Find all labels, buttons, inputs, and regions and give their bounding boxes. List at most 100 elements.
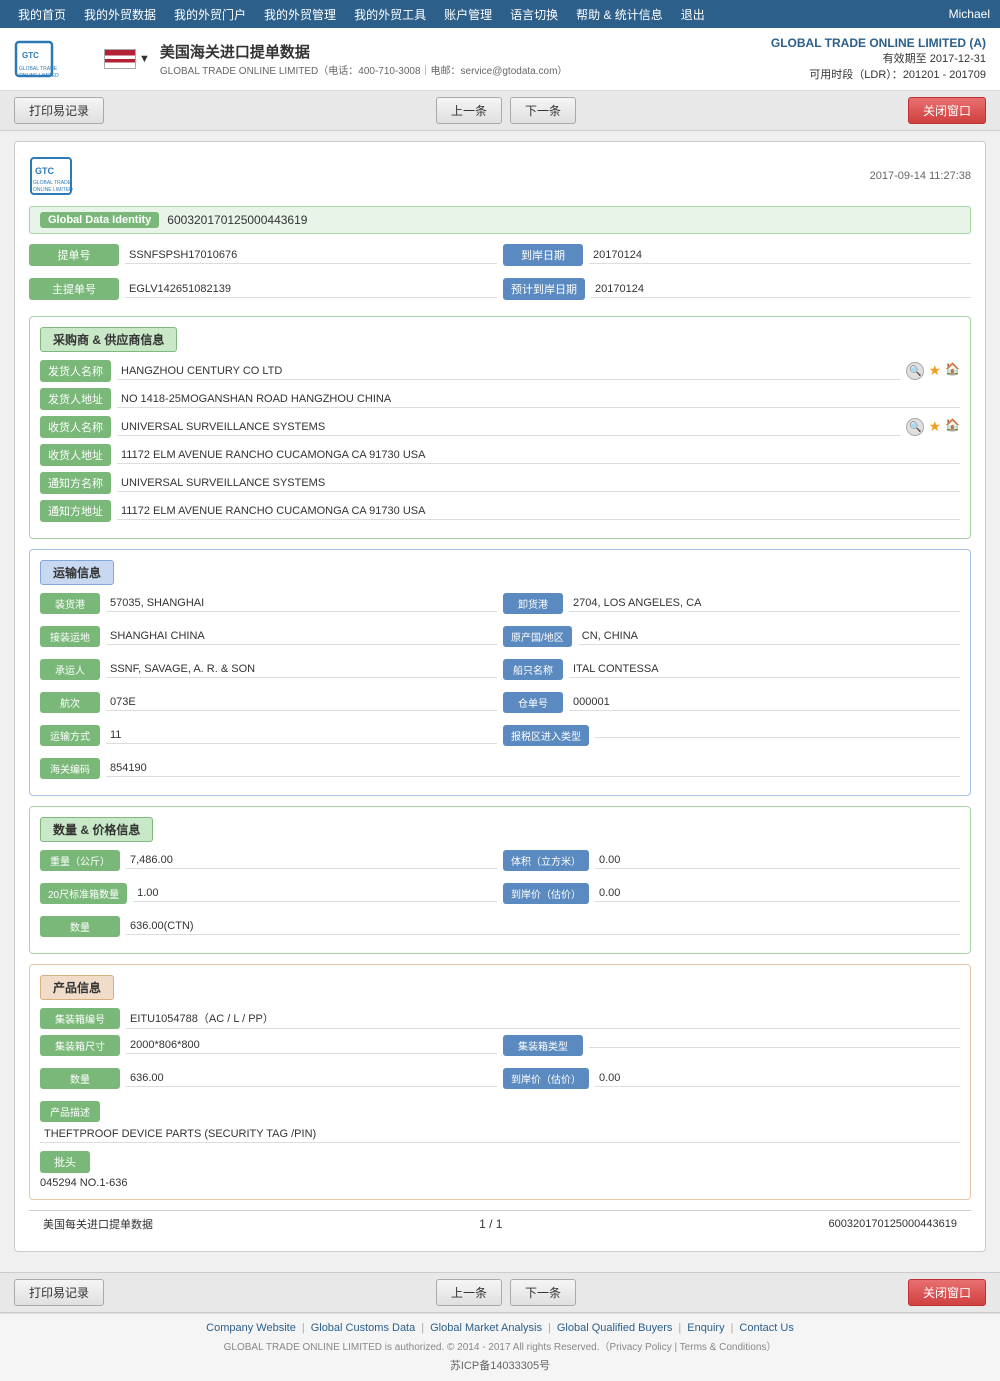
- xie-huo-gang-row: 卸货港 2704, LOS ANGELES, CA: [503, 593, 960, 614]
- ji-zhuang-xiang-bianhao-label: 集装箱编号: [40, 1008, 120, 1029]
- nav-logout[interactable]: 退出: [673, 2, 713, 27]
- footer-page: 1 / 1: [479, 1217, 502, 1231]
- nav-portal[interactable]: 我的外贸门户: [166, 2, 254, 27]
- product-dao-an-jia-gu-row: 到岸价（估价） 0.00: [503, 1068, 960, 1089]
- flag-selector[interactable]: ▼: [104, 49, 150, 69]
- yuan-chan-guo-value: CN, CHINA: [578, 628, 960, 645]
- main-card: GTC GLOBAL TRADE ONLINE LIMITED 2017-09-…: [14, 141, 986, 1252]
- nav-tools[interactable]: 我的外贸工具: [346, 2, 434, 27]
- footer-link-company-website[interactable]: Company Website: [206, 1322, 296, 1334]
- shou-huo-ren-mingcheng-row: 收货人名称 UNIVERSAL SURVEILLANCE SYSTEMS 🔍 ★…: [40, 416, 960, 438]
- page-title: 美国海关进口提单数据: [160, 41, 568, 62]
- home-icon-2[interactable]: 🏠: [945, 418, 960, 436]
- yun-shu-fangshi-value: 11: [106, 727, 497, 744]
- shu-liang-row: 数量 636.00(CTN): [40, 916, 960, 937]
- footer-link-contact-us[interactable]: Contact Us: [739, 1322, 793, 1334]
- dao-an-ri-qi-label: 到岸日期: [503, 244, 583, 266]
- search-icon-2[interactable]: 🔍: [906, 418, 924, 436]
- logo: GTC GLOBAL TRADE ONLINE LIMITED: [14, 34, 94, 84]
- nav-items: 我的首页 我的外贸数据 我的外贸门户 我的外贸管理 我的外贸工具 账户管理 语言…: [10, 2, 713, 27]
- star-icon[interactable]: ★: [928, 362, 941, 380]
- ji-zhuang-xiang-leixing-value: [589, 1043, 960, 1048]
- global-data-value: 600320170125000443619: [167, 213, 307, 227]
- footer-link-global-customs[interactable]: Global Customs Data: [311, 1322, 416, 1334]
- bottom-close-button[interactable]: 关闭窗口: [908, 1279, 986, 1306]
- fa-huo-ren-dizhi-row: 发货人地址 NO 1418-25MOGANSHAN ROAD HANGZHOU …: [40, 388, 960, 410]
- footer-link-global-market[interactable]: Global Market Analysis: [430, 1322, 542, 1334]
- bottom-next-button[interactable]: 下一条: [510, 1279, 576, 1306]
- dao-an-ri-qi-row: 到岸日期 20170124: [503, 244, 971, 266]
- tiji-label: 体积（立方米）: [503, 850, 589, 871]
- zhao-zhuang-row: 接装运地 SHANGHAI CHINA: [40, 626, 497, 647]
- cheng-yun-ren-row: 承运人 SSNF, SAVAGE, A. R. & SON: [40, 659, 497, 680]
- prev-button[interactable]: 上一条: [436, 97, 502, 124]
- product-section: 产品信息 集装箱编号 EITU1054788（AC / L / PP） 集装箱尺…: [29, 964, 971, 1200]
- shou-huo-ren-mingcheng-label: 收货人名称: [40, 416, 111, 438]
- star-icon-2[interactable]: ★: [928, 418, 941, 436]
- chan-pin-miaoshu-row: 产品描述 THEFTPROOF DEVICE PARTS (SECURITY T…: [40, 1101, 960, 1143]
- nav-help[interactable]: 帮助 & 统计信息: [568, 2, 671, 27]
- product-shu-liang-value: 636.00: [126, 1070, 497, 1087]
- time-range-info: 可用时段（LDR）：201201 - 201709: [771, 66, 986, 82]
- ji-zhuang-xiang-chicun-row: 集装箱尺寸 2000*806*800: [40, 1035, 497, 1056]
- shu-liang-value: 636.00(CTN): [126, 918, 960, 935]
- site-footer: Company Website | Global Customs Data | …: [0, 1313, 1000, 1381]
- chan-pin-miaoshu-value: THEFTPROOF DEVICE PARTS (SECURITY TAG /P…: [40, 1126, 960, 1143]
- next-button[interactable]: 下一条: [510, 97, 576, 124]
- print-button[interactable]: 打印易记录: [14, 97, 104, 124]
- nav-home[interactable]: 我的首页: [10, 2, 74, 27]
- zhu-ti-dan-hao-row: 主提单号 EGLV142651082139: [29, 278, 497, 300]
- tong-zhi-fang-mingcheng-row: 通知方名称 UNIVERSAL SURVEILLANCE SYSTEMS: [40, 472, 960, 494]
- transport-section-title: 运输信息: [40, 560, 114, 585]
- footer-link-enquiry[interactable]: Enquiry: [687, 1322, 724, 1334]
- footer-info: 美国每关进口提单数据: [43, 1216, 153, 1232]
- chan-pin-miaoshu-label: 产品描述: [40, 1101, 100, 1122]
- close-button[interactable]: 关闭窗口: [908, 97, 986, 124]
- footer-id: 600320170125000443619: [829, 1218, 957, 1230]
- ji-zhuang-xiang-leixing-row: 集装箱类型: [503, 1035, 960, 1056]
- global-data-identity-row: Global Data Identity 6003201701250004436…: [29, 206, 971, 234]
- fa-huo-ren-icons: 🔍 ★ 🏠: [906, 362, 960, 380]
- product-shu-liang-row: 数量 636.00: [40, 1068, 497, 1089]
- pi-tou-button[interactable]: 批头: [40, 1151, 90, 1173]
- bottom-prev-button[interactable]: 上一条: [436, 1279, 502, 1306]
- search-icon[interactable]: 🔍: [906, 362, 924, 380]
- nav-lang[interactable]: 语言切换: [502, 2, 566, 27]
- hang-ci-label: 航次: [40, 692, 100, 713]
- fa-huo-ren-mingcheng-row: 发货人名称 HANGZHOU CENTURY CO LTD 🔍 ★ 🏠: [40, 360, 960, 382]
- nav-manage[interactable]: 我的外贸管理: [256, 2, 344, 27]
- footer-link-global-qualified[interactable]: Global Qualified Buyers: [557, 1322, 673, 1334]
- page-header: GTC GLOBAL TRADE ONLINE LIMITED ▼ 美国海关进口…: [0, 28, 1000, 91]
- zhuang-huo-gang-row: 装货港 57035, SHANGHAI: [40, 593, 497, 614]
- hang-ci-row: 航次 073E: [40, 692, 497, 713]
- home-icon[interactable]: 🏠: [945, 362, 960, 380]
- standard-box-value: 1.00: [133, 885, 497, 902]
- yuan-chan-guo-label: 原产国/地区: [503, 626, 572, 647]
- xie-huo-gang-value: 2704, LOS ANGELES, CA: [569, 595, 960, 612]
- zhao-zhuang-label: 接装运地: [40, 626, 100, 647]
- svg-text:ONLINE LIMITED: ONLINE LIMITED: [19, 73, 59, 79]
- bottom-print-button[interactable]: 打印易记录: [14, 1279, 104, 1306]
- bao-shui-qu-row: 报税区进入类型: [503, 725, 960, 746]
- yu-ji-dao-an-value: 20170124: [591, 281, 971, 298]
- shu-liang-label: 数量: [40, 916, 120, 937]
- pi-tou-value: 045294 NO.1-636: [40, 1177, 960, 1189]
- brand-name: GLOBAL TRADE ONLINE LIMITED (A): [771, 36, 986, 50]
- card-logo: GTC GLOBAL TRADE ONLINE LIMITED: [29, 156, 129, 196]
- chuan-ming-value: ITAL CONTESSA: [569, 661, 960, 678]
- ji-zhuang-xiang-chicun-label: 集装箱尺寸: [40, 1035, 120, 1056]
- chuan-ming-row: 船只名称 ITAL CONTESSA: [503, 659, 960, 680]
- toolbar-left: 打印易记录: [14, 97, 104, 124]
- ti-dan-hao-row: 提单号 SSNFSPSH17010676: [29, 244, 497, 266]
- hai-guan-bianhao-value: 854190: [106, 760, 960, 777]
- product-section-title: 产品信息: [40, 975, 114, 1000]
- nav-account[interactable]: 账户管理: [436, 2, 500, 27]
- fa-huo-ren-dizhi-label: 发货人地址: [40, 388, 111, 410]
- footer-copyright: GLOBAL TRADE ONLINE LIMITED is authorize…: [14, 1338, 986, 1353]
- nav-data[interactable]: 我的外贸数据: [76, 2, 164, 27]
- zhongliang-label: 重量（公斤）: [40, 850, 120, 871]
- shou-huo-ren-dizhi-label: 收货人地址: [40, 444, 111, 466]
- xie-huo-gang-label: 卸货港: [503, 593, 563, 614]
- cheng-yun-ren-value: SSNF, SAVAGE, A. R. & SON: [106, 661, 497, 678]
- chuan-ming-label: 船只名称: [503, 659, 563, 680]
